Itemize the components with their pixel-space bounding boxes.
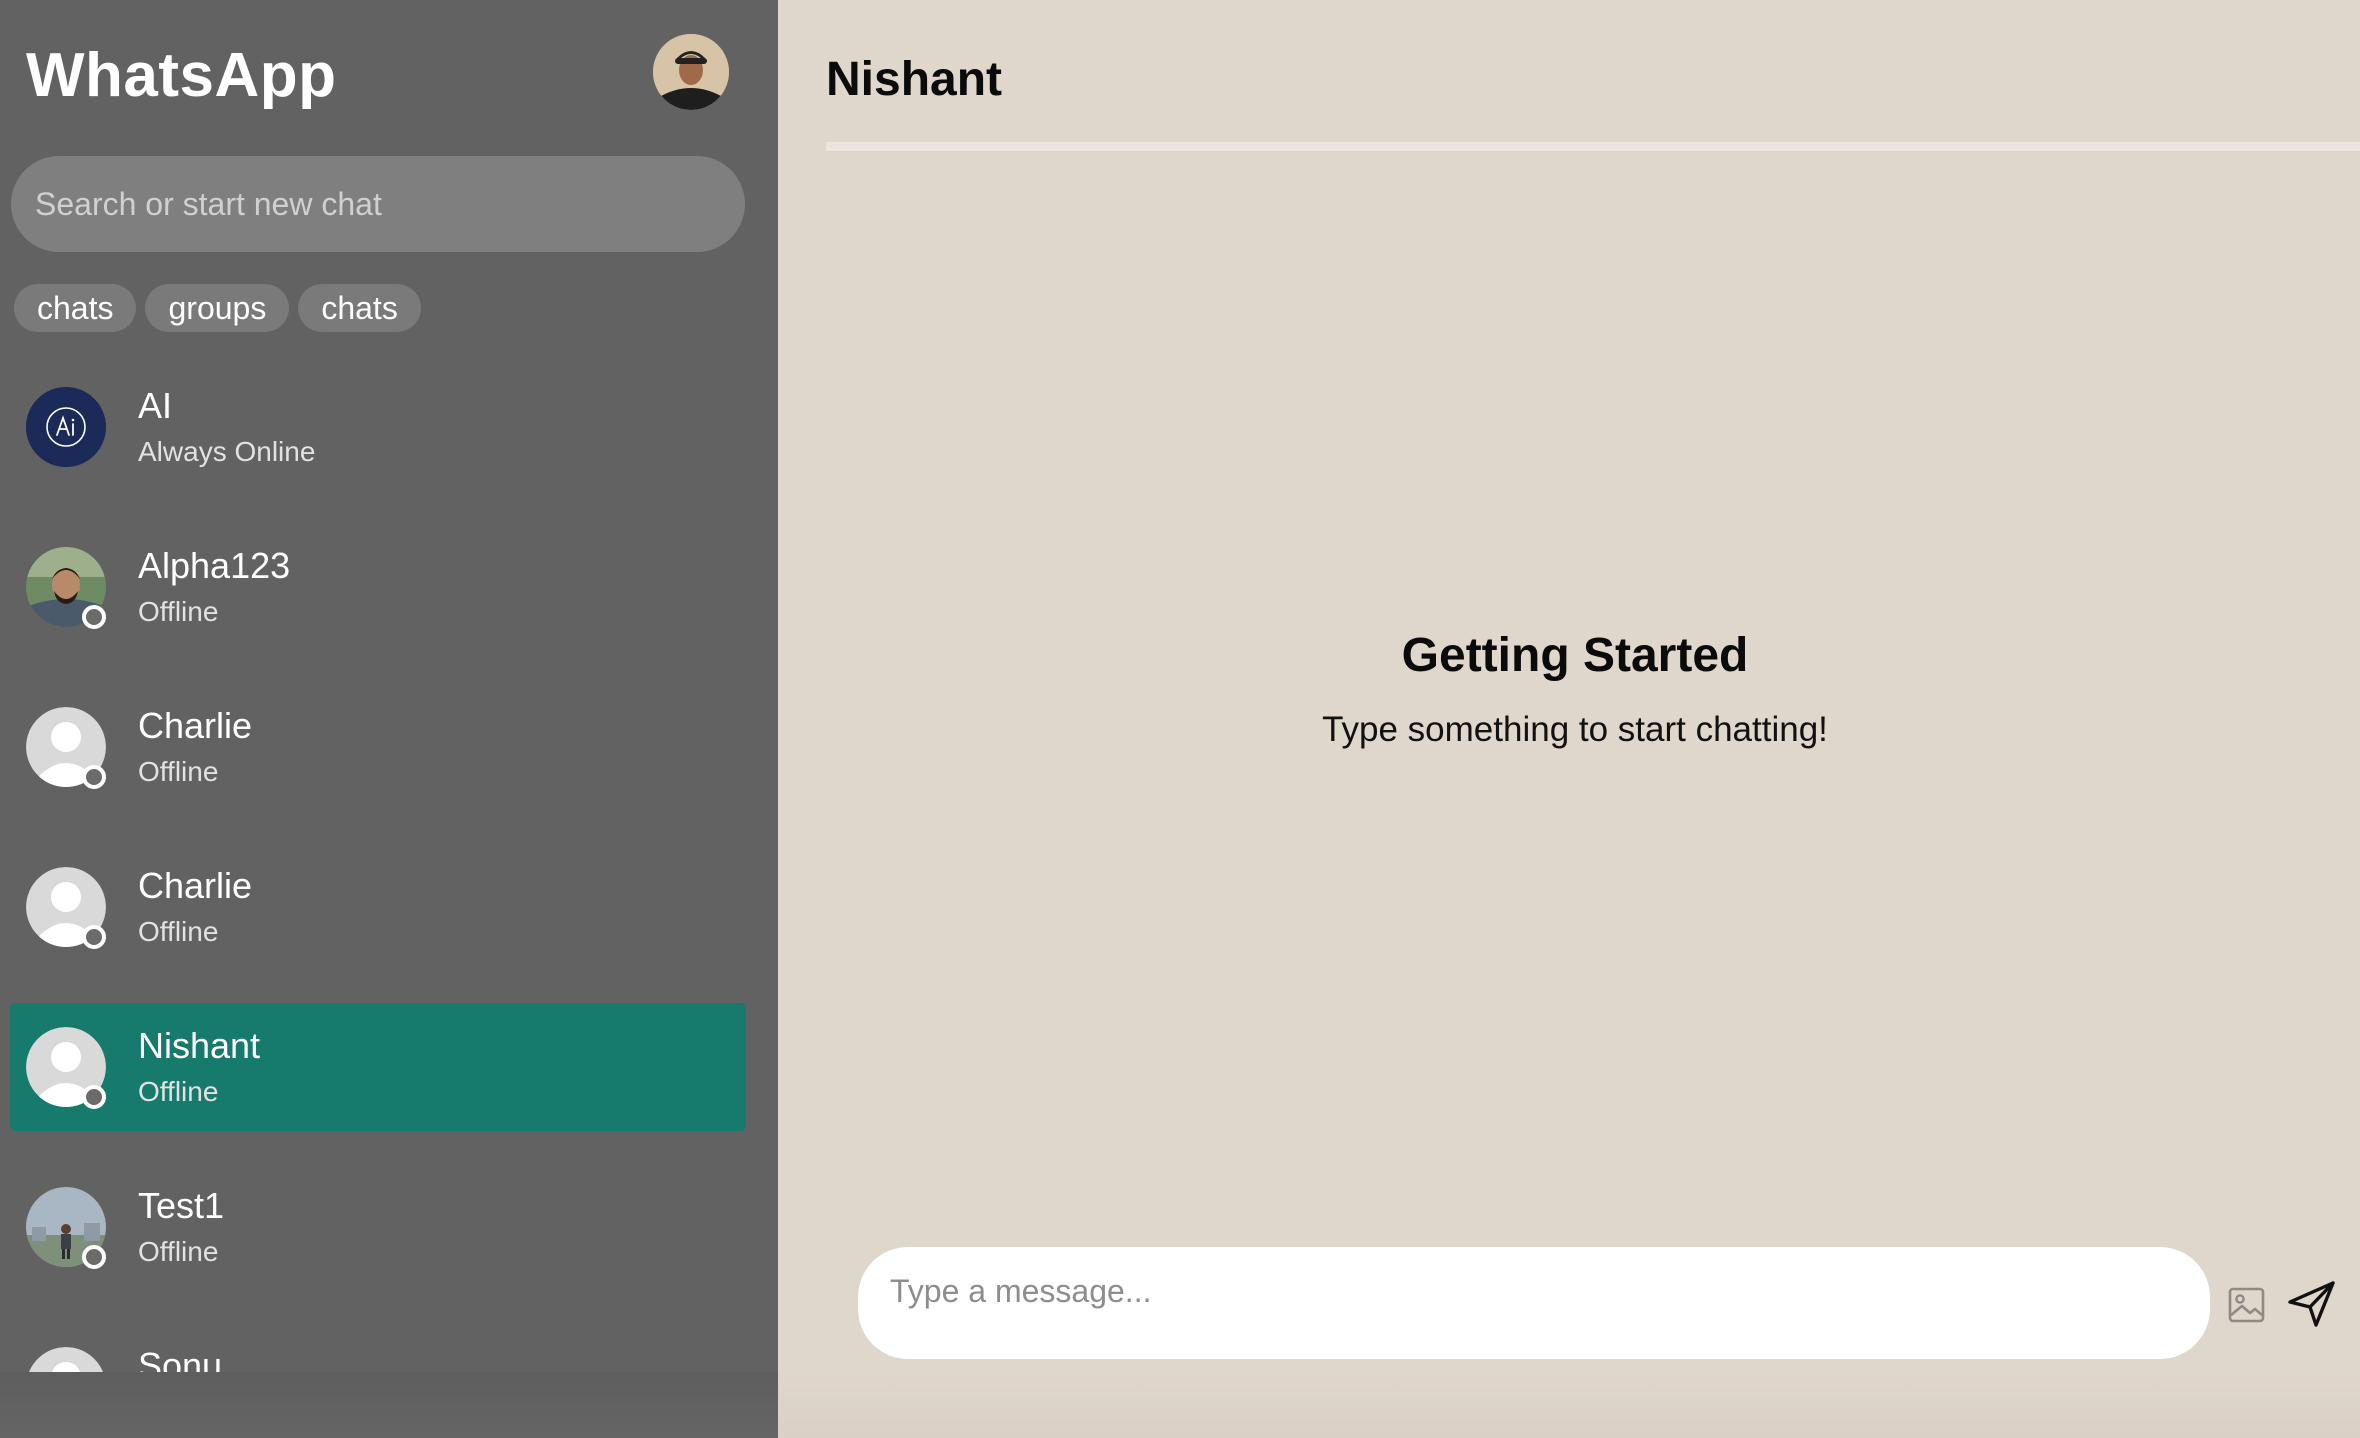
chat-panel: Nishant Getting Started Type something t… (778, 0, 2360, 1438)
filter-chips: chats groups chats (14, 284, 421, 332)
filter-chip-chats[interactable]: chats (298, 284, 421, 332)
message-input[interactable] (858, 1247, 2210, 1359)
image-icon (2228, 1287, 2265, 1323)
empty-state-title: Getting Started (1401, 629, 1749, 682)
sidebar: AI Always Online Alpha123 Offline Charli… (0, 0, 778, 1438)
empty-state-subtitle: Type something to start chatting! (1322, 710, 1828, 749)
offline-status-dot (82, 925, 106, 949)
chat-item-charlie[interactable]: Charlie Offline (10, 843, 746, 971)
ai-logo-icon (26, 387, 106, 467)
app-window: AI Always Online Alpha123 Offline Charli… (0, 0, 2360, 1438)
chat-item-sonu[interactable]: Sonu (10, 1323, 746, 1372)
header-divider (826, 142, 2360, 151)
offline-status-dot (82, 1245, 106, 1269)
send-button[interactable] (2286, 1278, 2338, 1330)
chat-name: Test1 (138, 1185, 225, 1226)
chat-item-test1[interactable]: Test1 Offline (10, 1163, 746, 1291)
chat-status: Always Online (138, 436, 316, 467)
user-photo-icon (653, 34, 729, 110)
chat-status: Offline (138, 916, 219, 947)
chat-name: AI (138, 385, 173, 426)
sidebar-footer-fade (0, 1372, 778, 1438)
chat-header-title: Nishant (826, 53, 1003, 106)
chat-status: Offline (138, 1076, 219, 1107)
default-user-icon (26, 1347, 106, 1372)
chat-status: Offline (138, 1236, 219, 1267)
offline-status-dot (82, 605, 106, 629)
chat-item-charlie[interactable]: Charlie Offline (10, 683, 746, 811)
chat-name: Sonu (138, 1345, 223, 1372)
chat-item-alpha123[interactable]: Alpha123 Offline (10, 523, 746, 651)
chat-name: Nishant (138, 1025, 261, 1066)
chat-status: Offline (138, 756, 219, 787)
offline-status-dot (82, 765, 106, 789)
sidebar-header: WhatsApp (0, 0, 778, 150)
search-input[interactable] (11, 156, 745, 252)
chat-status: Offline (138, 596, 219, 627)
chat-name: Alpha123 (138, 545, 291, 586)
filter-chip-groups[interactable]: groups (145, 284, 290, 332)
app-title: WhatsApp (26, 41, 337, 110)
chat-item-ai[interactable]: AI Always Online (10, 363, 746, 491)
profile-avatar[interactable] (653, 34, 729, 110)
chat-name: Charlie (138, 865, 253, 906)
chat-name: Charlie (138, 705, 253, 746)
send-icon (2288, 1281, 2335, 1327)
offline-status-dot (82, 1085, 106, 1109)
attach-image-button[interactable] (2226, 1284, 2268, 1326)
chat-item-nishant[interactable]: Nishant Offline (10, 1003, 746, 1131)
composer-footer-fade (778, 1372, 2360, 1438)
filter-chip-chats[interactable]: chats (14, 284, 137, 332)
